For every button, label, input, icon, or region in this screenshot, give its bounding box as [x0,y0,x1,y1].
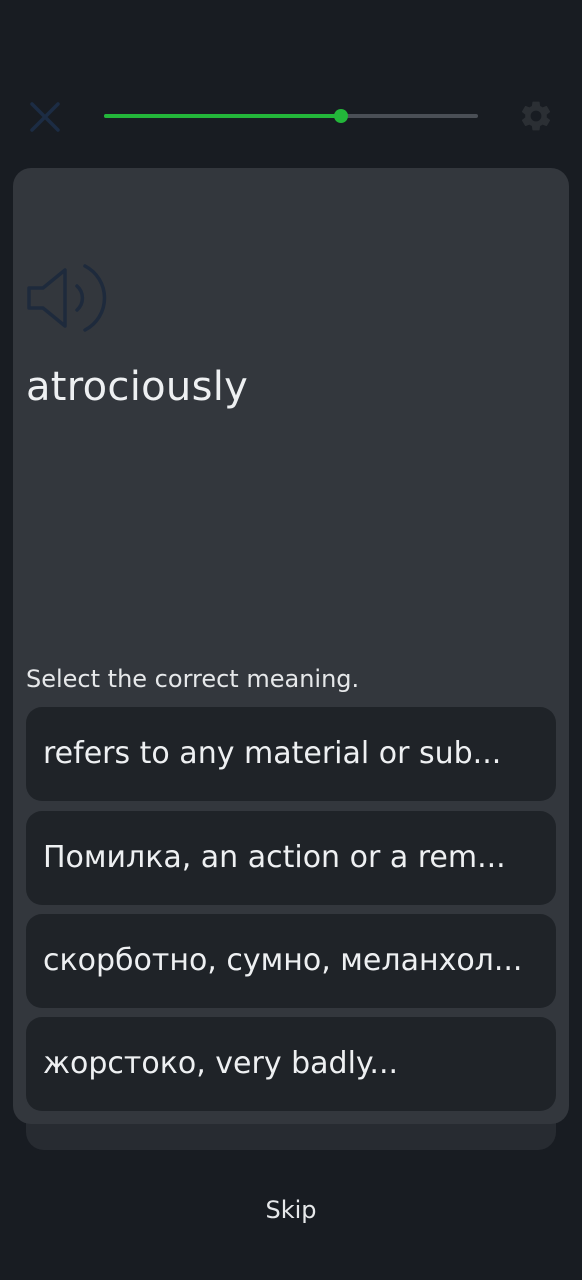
answer-option-label: refers to any material or sub... [43,736,502,771]
vocabulary-word: atrociously [26,364,249,410]
gear-icon [521,101,551,131]
answer-option-4[interactable]: жорстоко, very badly... [26,1017,556,1111]
settings-button[interactable] [518,98,554,134]
answer-option-label: жорстоко, very badly... [43,1046,399,1081]
play-audio-button[interactable] [25,260,107,336]
progress-bar [104,109,478,123]
answer-option-1[interactable]: refers to any material or sub... [26,707,556,801]
progress-fill [104,114,342,118]
close-button[interactable] [26,98,64,136]
question-prompt: Select the correct meaning. [26,665,360,693]
close-icon [30,102,60,132]
quiz-screen: atrociously Select the correct meaning. … [0,0,582,1280]
answer-option-label: скорботно, сумно, меланхол... [43,943,523,978]
answer-option-2[interactable]: Помилка, an action or a rem... [26,811,556,905]
answer-option-3[interactable]: скорботно, сумно, меланхол... [26,914,556,1008]
answer-option-label: Помилка, an action or a rem... [43,840,506,875]
speaker-icon [27,264,107,332]
word-card: atrociously Select the correct meaning. … [13,168,569,1124]
progress-knob [334,109,349,123]
skip-button[interactable]: Skip [241,1190,341,1230]
